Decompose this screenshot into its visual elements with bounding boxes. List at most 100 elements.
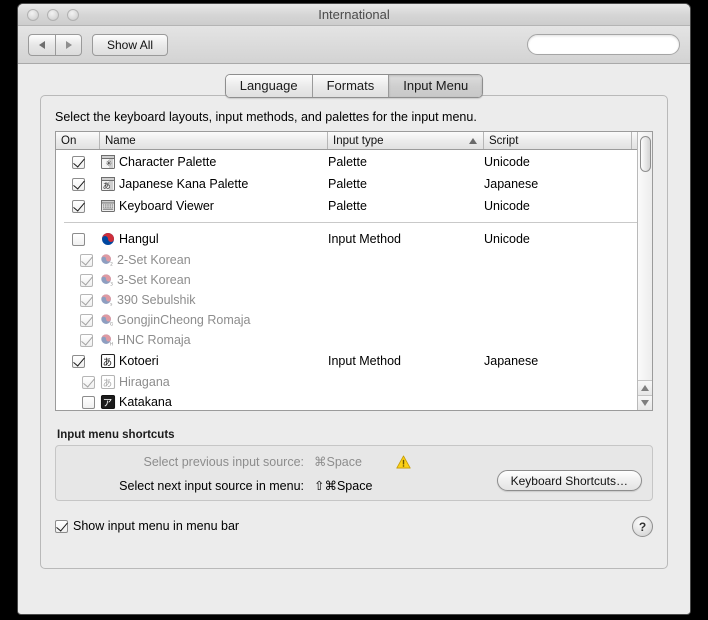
table-row[interactable]: H HNC Romaja: [56, 330, 652, 350]
tab-input-menu[interactable]: Input Menu: [389, 75, 483, 97]
scroll-up-button[interactable]: [638, 380, 652, 395]
row-checkbox-cell: [56, 375, 100, 389]
row-checkbox-cell: [56, 232, 100, 246]
row-name-label: Keyboard Viewer: [119, 199, 214, 213]
row-name-cell: Keyboard Viewer: [100, 198, 328, 214]
international-preferences-window: International Show All Language Formats: [17, 3, 691, 615]
column-header-input-type[interactable]: Input type: [328, 132, 484, 149]
row-name-label: 3-Set Korean: [117, 273, 191, 287]
table-row[interactable]: s 390 Sebulshik: [56, 290, 652, 310]
table-scrollbar[interactable]: [637, 132, 652, 410]
row-name-cell: 2 2-Set Korean: [100, 253, 328, 267]
tab-language[interactable]: Language: [225, 75, 313, 97]
column-header-script[interactable]: Script: [484, 132, 632, 149]
row-input-type: Palette: [328, 199, 367, 213]
row-checkbox[interactable]: [80, 293, 93, 307]
hiragana-icon: あ: [100, 374, 116, 389]
row-name-label: Katakana: [119, 395, 172, 409]
row-name-label: Hangul: [119, 232, 159, 246]
show-input-menu-label: Show input menu in menu bar: [73, 519, 240, 533]
row-checkbox-cell: [56, 155, 100, 169]
table-row[interactable]: 2 2-Set Korean: [56, 250, 652, 270]
scrollbar-thumb[interactable]: [640, 136, 651, 172]
row-checkbox[interactable]: [80, 333, 93, 347]
taegeuk-icon-s: s: [101, 294, 113, 307]
table-row[interactable]: 3 3-Set Korean: [56, 270, 652, 290]
katakana-icon: ア: [100, 394, 116, 409]
footer-row: Show input menu in menu bar ?: [55, 516, 653, 537]
input-menu-panel: Select the keyboard layouts, input metho…: [40, 95, 668, 569]
table-row[interactable]: Keyboard Viewer Palette Unicode: [56, 195, 652, 217]
row-name-cell: G GongjinCheong Romaja: [100, 313, 328, 327]
row-checkbox[interactable]: [71, 199, 85, 213]
shortcut-previous-key: ⌘Space: [314, 455, 362, 469]
row-script: Unicode: [484, 155, 530, 169]
row-name-cell: あ Kotoeri: [100, 353, 328, 369]
search-input[interactable]: [535, 37, 690, 52]
table-row[interactable]: あ Kotoeri Input Method Japanese: [56, 350, 652, 372]
table-row[interactable]: ア Katakana: [56, 392, 652, 410]
search-field[interactable]: [527, 34, 690, 55]
back-button[interactable]: [28, 33, 55, 56]
window-title: International: [318, 7, 390, 22]
row-script: Japanese: [484, 354, 539, 368]
row-name-label: Japanese Kana Palette: [119, 177, 249, 191]
shortcut-previous-label: Select previous input source:: [143, 454, 304, 469]
row-checkbox[interactable]: [82, 375, 95, 389]
row-checkbox-cell: [56, 354, 100, 368]
row-checkbox-cell: [56, 273, 100, 287]
row-name-cell: ア Katakana: [100, 394, 328, 410]
scrollbar-track[interactable]: [638, 132, 652, 380]
input-menu-shortcuts-group: Input menu shortcuts Select previous inp…: [55, 429, 653, 501]
row-checkbox[interactable]: [80, 253, 93, 267]
kotoeri-icon: あ: [100, 353, 116, 368]
row-name-label: 390 Sebulshik: [117, 293, 196, 307]
row-script: Unicode: [484, 199, 530, 213]
svg-text:H: H: [110, 342, 113, 347]
tab-formats[interactable]: Formats: [312, 75, 390, 97]
row-checkbox[interactable]: [71, 177, 85, 191]
row-checkbox-cell: [56, 313, 100, 327]
row-checkbox[interactable]: [80, 273, 93, 287]
navigation-segmented-control: [28, 33, 82, 56]
tab-bar: Language Formats Input Menu: [18, 74, 690, 98]
table-rows-container: ✳ Character Palette Palette Unicode あ Ja…: [56, 151, 652, 410]
show-input-menu-checkbox[interactable]: [55, 519, 68, 533]
taegeuk-icon-g: G: [101, 314, 114, 327]
help-button[interactable]: ?: [632, 516, 653, 537]
row-checkbox[interactable]: [71, 232, 85, 246]
column-header-name[interactable]: Name: [100, 132, 328, 149]
row-name-cell: 3 3-Set Korean: [100, 273, 328, 287]
instruction-text: Select the keyboard layouts, input metho…: [55, 110, 477, 124]
forward-button[interactable]: [55, 33, 82, 56]
character-palette-icon: ✳: [101, 155, 115, 169]
table-row[interactable]: Hangul Input Method Unicode: [56, 228, 652, 250]
table-row[interactable]: あ Japanese Kana Palette Palette Japanese: [56, 173, 652, 195]
taegeuk-icon-3: 3: [101, 274, 113, 287]
svg-text:s: s: [110, 303, 113, 307]
row-name-label: Hiragana: [119, 375, 170, 389]
column-header-on[interactable]: On: [56, 132, 100, 149]
row-checkbox[interactable]: [82, 395, 95, 409]
table-row[interactable]: ✳ Character Palette Palette Unicode: [56, 151, 652, 173]
chevron-up-icon: [641, 385, 649, 391]
row-checkbox[interactable]: [71, 155, 85, 169]
kana-palette-icon: あ: [101, 177, 115, 191]
row-checkbox[interactable]: [80, 313, 93, 327]
table-row[interactable]: G GongjinCheong Romaja: [56, 310, 652, 330]
table-header-row: On Name Input type Script: [56, 132, 652, 150]
row-name-cell: ✳ Character Palette: [100, 154, 328, 170]
keyboard-shortcuts-button[interactable]: Keyboard Shortcuts…: [496, 470, 642, 491]
row-checkbox[interactable]: [71, 354, 85, 368]
shortcut-row-previous: Select previous input source: ⌘Space: [56, 454, 652, 469]
scroll-down-button[interactable]: [638, 395, 652, 410]
show-all-button[interactable]: Show All: [92, 33, 169, 56]
svg-text:あ: あ: [103, 357, 113, 368]
keyboard-viewer-icon: [101, 200, 115, 212]
row-name-label: HNC Romaja: [117, 333, 191, 347]
row-checkbox-cell: [56, 199, 100, 213]
group-separator: [64, 222, 651, 223]
svg-text:2: 2: [110, 262, 113, 267]
preferences-body: Language Formats Input Menu Select the k…: [18, 64, 690, 613]
table-row[interactable]: あ Hiragana: [56, 372, 652, 392]
